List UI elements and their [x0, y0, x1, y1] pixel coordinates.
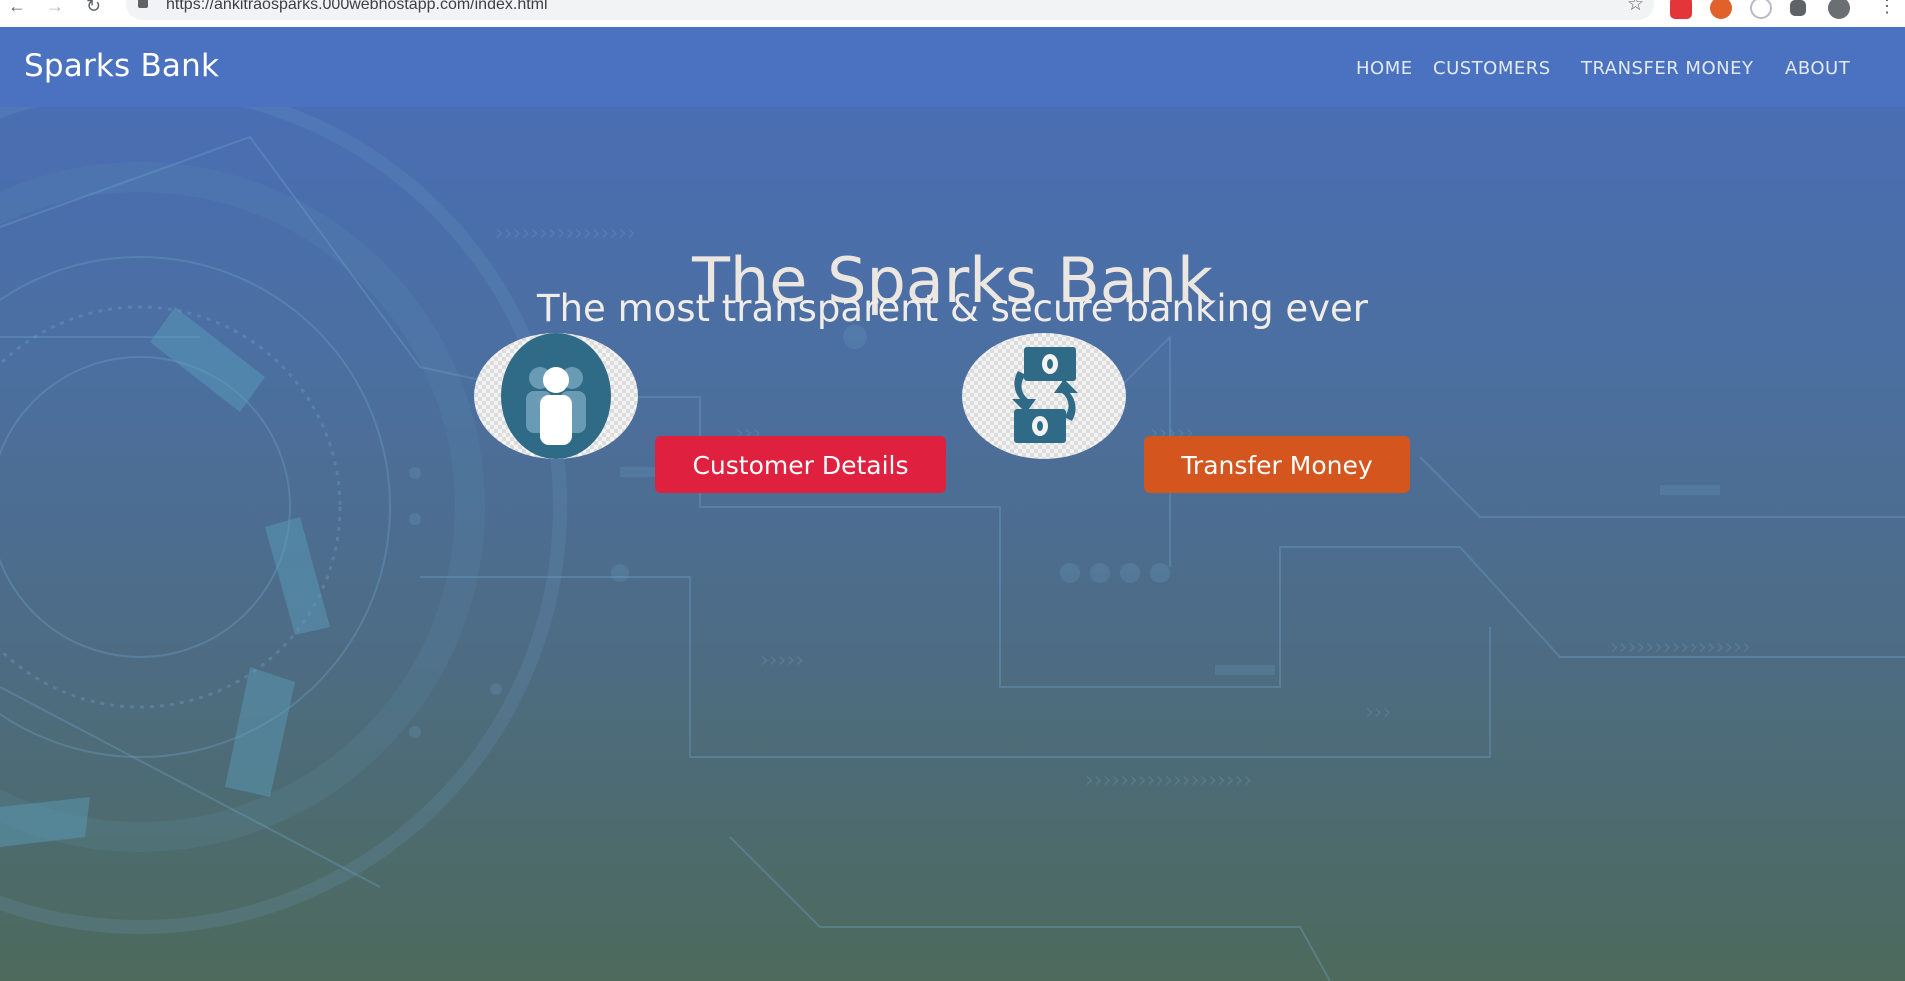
extension-ublock-icon[interactable]: [1710, 0, 1732, 19]
back-icon[interactable]: ←: [8, 0, 26, 17]
menu-kebab-icon[interactable]: ⋮: [1878, 0, 1896, 17]
money-transfer-icon[interactable]: [962, 333, 1126, 459]
brand-logo-text[interactable]: Sparks Bank: [24, 48, 219, 84]
lock-icon: [138, 0, 148, 8]
forward-icon[interactable]: →: [46, 0, 64, 17]
nav-transfer-money-link[interactable]: TRANSFER MONEY: [1581, 58, 1753, 79]
reload-icon[interactable]: ↻: [86, 0, 101, 17]
extension-pocket-icon[interactable]: [1750, 0, 1772, 19]
browser-toolbar: ← → ↻ https://ankitraosparks.000webhosta…: [0, 0, 1905, 28]
hero-subtitle: The most transparent & secure banking ev…: [537, 287, 1368, 330]
circuit-background-graphic: ›››››››››››››››› ››› ››››› ››››› ›››››››…: [0, 107, 1905, 981]
url-text: https://ankitraosparks.000webhostapp.com…: [166, 0, 548, 13]
extension-todo-icon[interactable]: [1670, 0, 1692, 19]
svg-text:››››››››››››››››: ››››››››››››››››: [495, 221, 636, 246]
svg-text:››››››››››››››››: ››››››››››››››››: [1610, 635, 1751, 660]
bookmark-star-icon[interactable]: ☆: [1627, 0, 1644, 16]
nav-about-link[interactable]: ABOUT: [1785, 58, 1850, 79]
extensions-puzzle-icon[interactable]: [1790, 0, 1806, 16]
nav-customers-link[interactable]: CUSTOMERS: [1433, 58, 1551, 79]
svg-text:›››: ›››: [1365, 700, 1391, 725]
svg-text:›››››: ›››››: [760, 648, 804, 673]
profile-avatar-icon[interactable]: [1828, 0, 1850, 19]
customers-icon[interactable]: [474, 333, 638, 459]
transfer-money-button[interactable]: Transfer Money: [1144, 436, 1410, 493]
svg-text:›››››››››››››››››››: ›››››››››››››››››››: [1085, 768, 1252, 793]
address-bar[interactable]: https://ankitraosparks.000webhostapp.com…: [126, 0, 1654, 20]
site-navbar: Sparks Bank HOME CUSTOMERS TRANSFER MONE…: [0, 27, 1905, 107]
customer-details-button[interactable]: Customer Details: [655, 436, 946, 493]
hero-section: ›››››››››››››››› ››› ››››› ››››› ›››››››…: [0, 107, 1905, 981]
nav-home-link[interactable]: HOME: [1356, 58, 1413, 79]
